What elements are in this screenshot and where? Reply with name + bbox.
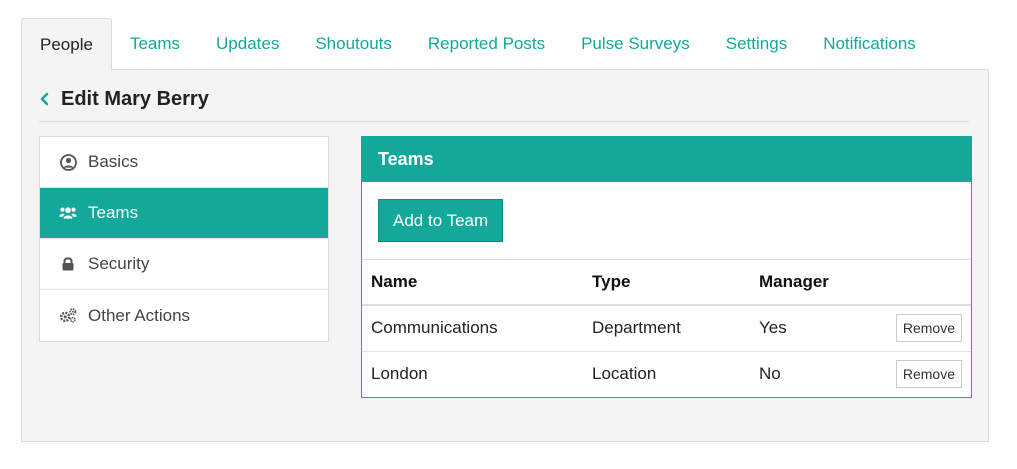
tab-notifications[interactable]: Notifications xyxy=(805,18,934,70)
sidebar-item-basics[interactable]: Basics xyxy=(40,137,328,188)
sidebar-item-security[interactable]: Security xyxy=(40,239,328,290)
tab-pulse-surveys[interactable]: Pulse Surveys xyxy=(563,18,708,70)
content-panel: Edit Mary Berry Basics Teams Security Ot… xyxy=(21,69,989,442)
teams-card: Teams Add to Team Name Type Manager Comm… xyxy=(361,136,972,398)
cell-team-type: Location xyxy=(592,364,657,384)
top-tabs: People Teams Updates Shoutouts Reported … xyxy=(21,18,989,71)
add-to-team-button[interactable]: Add to Team xyxy=(378,199,504,242)
chevron-left-icon[interactable] xyxy=(39,86,61,119)
table-row: Communications Department Yes Remove xyxy=(362,305,971,352)
sidebar-item-other-actions[interactable]: Other Actions xyxy=(40,290,328,341)
teams-table: Name Type Manager Communications Departm… xyxy=(362,260,971,397)
tab-people[interactable]: People xyxy=(21,18,112,71)
column-header-name: Name xyxy=(362,260,583,306)
page-title: Edit Mary Berry xyxy=(61,88,209,110)
user-circle-icon xyxy=(59,153,77,171)
users-icon xyxy=(59,204,77,222)
card-actions: Add to Team xyxy=(362,182,971,260)
tab-updates[interactable]: Updates xyxy=(198,18,297,70)
tab-teams[interactable]: Teams xyxy=(112,18,198,70)
column-header-actions xyxy=(880,260,971,306)
cell-team-name: London xyxy=(371,364,428,384)
cell-team-name: Communications xyxy=(362,305,583,352)
remove-button[interactable]: Remove xyxy=(895,360,962,389)
column-header-type: Type xyxy=(583,260,750,306)
sidebar-item-label: Other Actions xyxy=(88,305,191,325)
page-header: Edit Mary Berry xyxy=(39,86,969,122)
sidebar-item-label: Teams xyxy=(88,203,139,222)
sidebar-item-teams[interactable]: Teams xyxy=(40,188,328,239)
sidebar-item-label: Security xyxy=(88,254,150,273)
table-row: London Location No Remove xyxy=(362,351,971,397)
cell-team-type: Department xyxy=(583,305,750,352)
table-header-row: Name Type Manager xyxy=(362,260,971,306)
cell-actions: Remove xyxy=(880,351,971,397)
cell-manager: No xyxy=(759,364,781,384)
remove-button[interactable]: Remove xyxy=(895,314,962,343)
gears-icon xyxy=(59,307,77,325)
tab-reported-posts[interactable]: Reported Posts xyxy=(410,18,563,70)
lock-icon xyxy=(59,255,77,273)
cell-actions: Remove xyxy=(880,305,971,352)
sidebar-item-label: Basics xyxy=(88,152,139,171)
column-header-manager: Manager xyxy=(750,260,880,306)
cell-manager: Yes xyxy=(750,305,880,352)
sidebar-nav: Basics Teams Security Other Actions xyxy=(39,136,329,342)
tab-settings[interactable]: Settings xyxy=(708,18,805,70)
tab-shoutouts[interactable]: Shoutouts xyxy=(297,18,410,70)
card-title: Teams xyxy=(362,137,971,182)
